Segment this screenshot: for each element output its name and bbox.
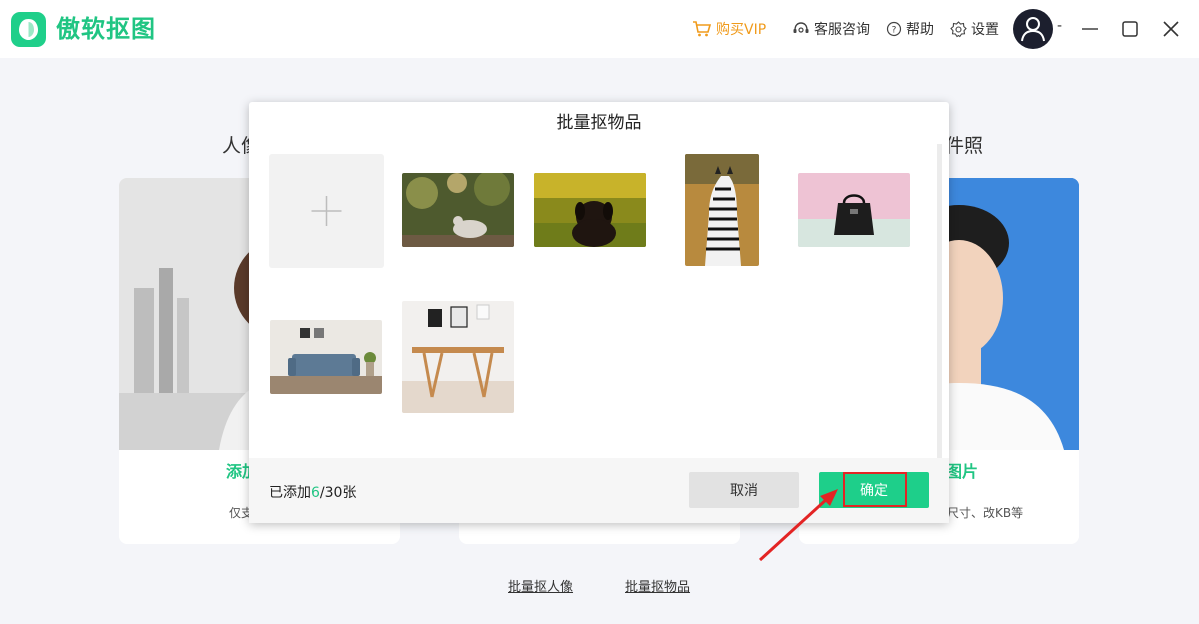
user-avatar[interactable] [1013,9,1053,49]
add-image-button[interactable] [269,154,384,268]
customer-service-button[interactable]: 客服咨询 [792,17,870,41]
dialog-title: 批量抠物品 [556,113,642,133]
id-photo-card-desc: 尺寸、改KB等 [947,506,1024,520]
added-suffix: /30张 [319,485,357,501]
id-photo-card-title: 图片 [946,462,979,481]
added-count-text: 已添加6/30张 [269,482,356,502]
maximize-button[interactable] [1118,17,1142,41]
plus-icon [311,196,342,226]
minimize-icon [1082,28,1098,30]
batch-objects-link[interactable]: 批量抠物品 [625,576,690,595]
thumbnail-zebra[interactable] [685,154,759,266]
title-bar: 傲软抠图 购买VIP 客服咨询 ? 帮助 设置 - [0,0,1199,58]
app-name: 傲软抠图 [56,15,156,43]
svg-text:?: ? [892,26,897,36]
question-icon: ? [886,21,902,37]
help-label: 帮助 [906,22,934,38]
cart-icon [693,21,712,37]
thumbnail-handbag[interactable] [798,173,910,247]
maximize-icon [1122,21,1138,37]
headset-icon [793,22,809,33]
added-prefix: 已添加 [269,485,311,501]
customer-service-label: 客服咨询 [814,22,870,38]
thumbnail-dove[interactable] [402,173,514,247]
help-button[interactable]: ? 帮助 [886,17,934,41]
annotation-arrow-icon [758,489,838,562]
close-icon [1163,21,1179,37]
id-photo-section-heading: 件照 [945,135,984,157]
settings-button[interactable]: 设置 [950,17,999,41]
buy-vip-button[interactable]: 购买VIP [692,17,766,41]
thumbnail-sofa[interactable] [270,320,382,394]
thumbnail-black-dog[interactable] [534,173,646,247]
thumbnail-grid [249,144,949,458]
gear-icon [950,20,967,37]
app-logo-icon [11,12,46,47]
thumbnail-scrollbar[interactable] [937,144,942,458]
thumbnail-table[interactable] [402,301,514,413]
batch-objects-dialog: 批量抠物品 已添加6/30张 取消 确定 [249,102,949,523]
settings-label: 设置 [971,22,999,38]
added-count-number: 6 [311,485,320,501]
buy-vip-label: 购买VIP [716,22,767,38]
user-icon [1021,17,1045,42]
batch-portrait-link[interactable]: 批量抠人像 [508,576,573,595]
minimize-button[interactable] [1078,17,1102,41]
close-button[interactable] [1159,17,1183,41]
account-name: - [1057,18,1063,34]
